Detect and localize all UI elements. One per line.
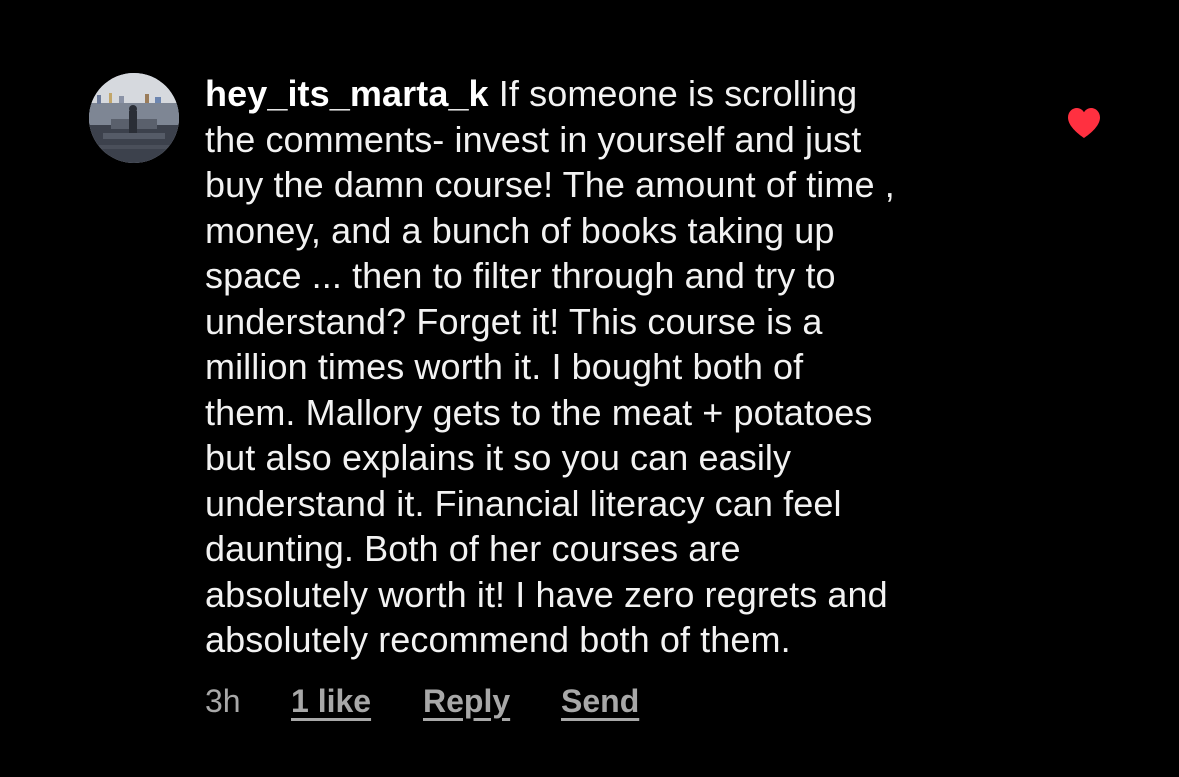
avatar[interactable] bbox=[89, 73, 179, 163]
comment-timestamp: 3h bbox=[205, 683, 241, 719]
comment-line-11: daunting. Both of her courses are bbox=[205, 528, 741, 569]
send-button[interactable]: Send bbox=[561, 683, 639, 720]
comment-line-2: the comments- invest in yourself and jus… bbox=[205, 118, 862, 160]
like-button[interactable] bbox=[1066, 106, 1102, 140]
comment-text: hey_its_marta_k If someone is scrolling … bbox=[205, 71, 1005, 663]
comment-line-5: space ... then to filter through and try… bbox=[205, 255, 836, 296]
comment-line-9: but also explains it so you can easily bbox=[205, 437, 792, 478]
comment-line-10: understand it. Financial literacy can fe… bbox=[205, 482, 842, 524]
comment-username[interactable]: hey_its_marta_k bbox=[205, 73, 489, 114]
reply-button[interactable]: Reply bbox=[423, 683, 510, 720]
comment-line-6: understand? Forget it! This course is a bbox=[205, 300, 823, 342]
comment-line-13: absolutely recommend both of them. bbox=[205, 619, 791, 660]
avatar-photo bbox=[89, 73, 179, 163]
likes-count-link[interactable]: 1 like bbox=[291, 683, 371, 720]
comment-item: hey_its_marta_k If someone is scrolling … bbox=[0, 0, 1179, 777]
comment-line-7: million times worth it. I bought both of bbox=[205, 346, 804, 387]
comment-line-4: money, and a bunch of books taking up bbox=[205, 209, 835, 251]
comment-line-8: them. Mallory gets to the meat + potatoe… bbox=[205, 391, 873, 433]
comment-line-12: absolutely worth it! I have zero regrets… bbox=[205, 573, 888, 615]
comment-line-3: buy the damn course! The amount of time … bbox=[205, 164, 895, 205]
heart-icon bbox=[1068, 108, 1100, 138]
comment-line-1: If someone is scrolling bbox=[488, 73, 858, 114]
